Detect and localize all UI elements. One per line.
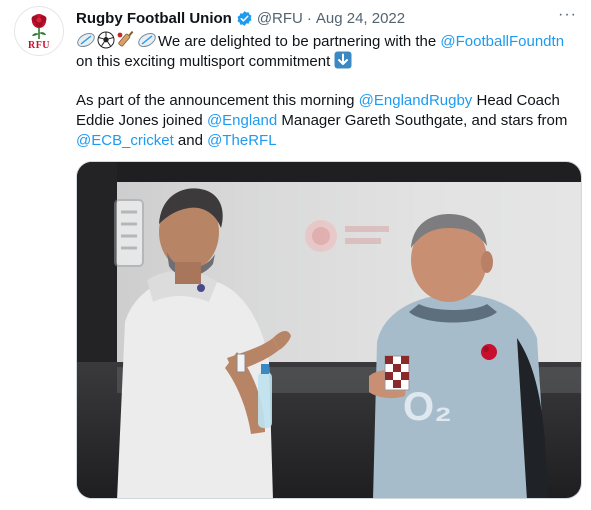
tweet-line-4: Eddie Jones joined @England Manager Gare… [76, 111, 581, 131]
mention-footballfoundtn[interactable]: @FootballFoundtn [440, 33, 564, 50]
tweet-line-1-text: We are delighted to be partnering with t… [158, 33, 441, 50]
tweet-date[interactable]: Aug 24, 2022 [316, 10, 405, 27]
avatar-text: RFU [27, 39, 51, 51]
tweet-line-1: We are delighted to be partnering with t… [76, 30, 581, 51]
mention-therfl[interactable]: @TheRFL [207, 132, 276, 149]
rose-icon [31, 13, 47, 39]
tweet-header: Rugby Football Union @RFU · Aug 24, 2022… [76, 6, 577, 28]
tweet-text: We are delighted to be partnering with t… [76, 30, 581, 151]
tweet-line-5: @ECB_cricket and @TheRFL [76, 131, 581, 151]
tweet[interactable]: RFU Rugby Football Union @RFU · Aug 24, … [0, 0, 591, 510]
tweet-photo[interactable]: O₂ [76, 161, 582, 499]
tweet-line-5-mid: and [173, 132, 208, 149]
separator-dot: · [306, 9, 312, 27]
tweet-line-3-text: As part of the announcement this morning [76, 92, 359, 109]
tweet-line-2-text: on this exciting multisport commitment [76, 53, 331, 70]
tweet-line-4-tail: Manager Gareth Southgate, and stars from [277, 112, 568, 129]
rfu-avatar[interactable]: RFU [14, 6, 64, 56]
down-arrow-icon [334, 51, 352, 75]
tweet-line-2: on this exciting multisport commitment [76, 51, 581, 71]
verified-badge-icon [236, 10, 253, 27]
mention-ecb-cricket[interactable]: @ECB_cricket [76, 132, 174, 149]
ecb-logo-blur [114, 199, 144, 267]
tweet-line-4-text: Eddie Jones joined [76, 112, 207, 129]
mention-england[interactable]: @England [207, 112, 277, 129]
mention-englandrugby[interactable]: @EnglandRugby [359, 92, 473, 109]
tweet-line-3-tail: Head Coach [472, 92, 560, 109]
author-handle[interactable]: @RFU [257, 10, 303, 27]
shirt-o2-text: O₂ [403, 385, 452, 429]
checkered-cup [384, 355, 410, 391]
tweet-line-3: As part of the announcement this morning… [76, 91, 581, 111]
more-options-icon[interactable]: ··· [558, 6, 577, 24]
author-name[interactable]: Rugby Football Union [76, 10, 232, 27]
